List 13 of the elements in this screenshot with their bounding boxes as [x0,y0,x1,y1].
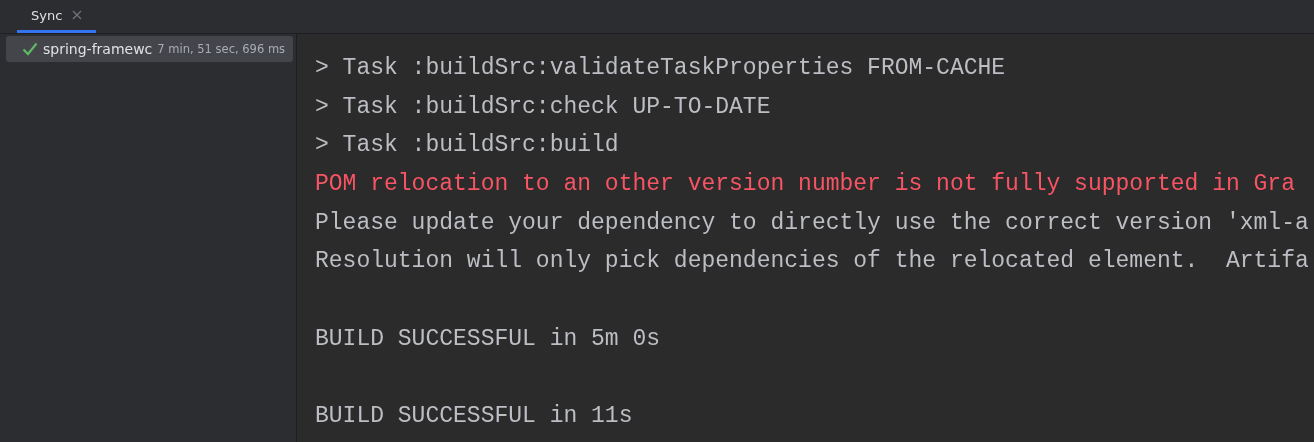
console-line: Please update your dependency to directly use the correct version 'xml-a [315,208,1310,238]
console-line: > Task :buildSrc:check UP-TO-DATE [315,92,772,122]
build-duration: 7 min, 51 sec, 696 ms [157,42,286,56]
console-line: > Task :buildSrc:build [315,131,620,161]
console-line: Resolution will only pick dependencies of the relocated element. Artifa [315,247,1310,277]
project-name: spring-framewc [43,41,153,57]
build-tree-item[interactable]: spring-framewc 7 min, 51 sec, 696 ms [6,36,293,62]
close-icon[interactable] [72,10,83,20]
console-line: BUILD SUCCESSFUL in 5m 0s [315,324,662,354]
console-error-line: POM relocation to an other version number is not fully supported in Gra [315,170,1296,200]
console-line: > Task :buildSrc:validateTaskProperties FROM-CACHE [315,54,1007,83]
checkmark-icon [22,42,38,56]
console-line: BUILD SUCCESSFUL in 11s [315,402,634,432]
